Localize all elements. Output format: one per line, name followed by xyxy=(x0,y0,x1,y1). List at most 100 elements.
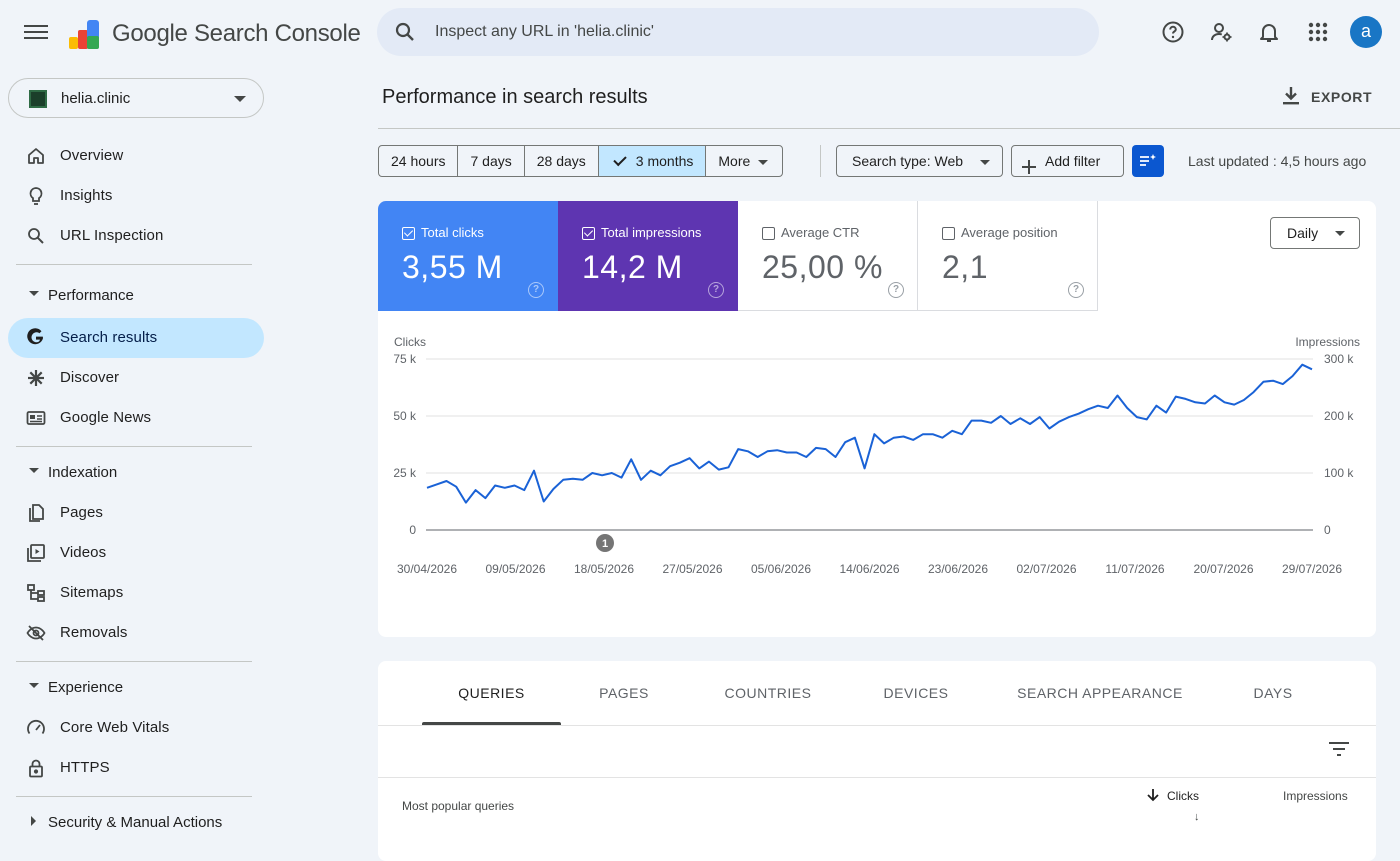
toolbar-divider xyxy=(820,145,821,177)
export-label: EXPORT xyxy=(1311,89,1373,105)
caret-right-icon xyxy=(31,816,36,826)
sort-indicator: ↓ xyxy=(1194,811,1200,823)
performance-chart-card: Total clicks 3,55 M ? Total impressions … xyxy=(378,201,1376,637)
property-name: helia.clinic xyxy=(61,90,131,107)
x-tick-label: 11/07/2026 xyxy=(1105,562,1164,576)
sidebar-item-removals[interactable]: Removals xyxy=(8,613,264,653)
sidebar-item-url-inspection[interactable]: URL Inspection xyxy=(8,216,264,256)
sidebar-item-core-web-vitals[interactable]: Core Web Vitals xyxy=(8,708,264,748)
column-header-impressions[interactable]: Impressions xyxy=(1283,789,1348,803)
sidebar-item-search-results[interactable]: Search results xyxy=(8,318,264,358)
x-tick-label: 09/05/2026 xyxy=(485,562,545,576)
granularity-dropdown[interactable]: Daily xyxy=(1270,217,1360,249)
news-icon xyxy=(26,408,46,428)
sidebar-item-overview[interactable]: Overview xyxy=(8,136,264,176)
help-icon[interactable]: ? xyxy=(528,282,544,298)
sidebar-item-insights[interactable]: Insights xyxy=(8,176,264,216)
eye-off-icon xyxy=(26,623,46,643)
search-console-logo xyxy=(68,18,102,50)
range-3-months[interactable]: 3 months xyxy=(598,146,707,176)
column-header-queries[interactable]: Most popular queries xyxy=(402,799,514,813)
app-title: Google Search Console xyxy=(112,20,361,47)
checkbox-icon[interactable] xyxy=(402,227,415,240)
sidebar-item-videos[interactable]: Videos xyxy=(8,533,264,573)
add-filter-label: Add filter xyxy=(1045,153,1101,169)
section-indexation[interactable]: Indexation xyxy=(16,457,256,489)
sidebar-item-label: Removals xyxy=(60,624,128,641)
tab-countries[interactable]: COUNTRIES xyxy=(698,661,838,725)
help-icon[interactable]: ? xyxy=(708,282,724,298)
sidebar-item-label: Overview xyxy=(60,147,124,164)
right-tick-label: 300 k xyxy=(1324,352,1354,366)
sidebar-item-pages[interactable]: Pages xyxy=(8,493,264,533)
section-experience[interactable]: Experience xyxy=(16,672,256,704)
apps-grid-icon[interactable] xyxy=(1306,20,1330,44)
video-icon xyxy=(26,543,46,563)
pages-icon xyxy=(26,503,46,523)
tab-devices[interactable]: DEVICES xyxy=(856,661,976,725)
section-label: Security & Manual Actions xyxy=(48,814,223,831)
left-tick-label: 75 k xyxy=(393,352,417,366)
range-24-hours[interactable]: 24 hours xyxy=(379,146,459,176)
section-performance[interactable]: Performance xyxy=(16,280,256,312)
search-icon xyxy=(26,226,46,246)
search-type-dropdown[interactable]: Search type: Web xyxy=(836,145,1003,177)
manage-users-icon[interactable] xyxy=(1209,20,1233,44)
column-header-clicks[interactable]: Clicks xyxy=(1167,789,1199,803)
add-filter-button[interactable]: Add filter xyxy=(1011,145,1124,177)
caret-down-icon xyxy=(29,683,39,688)
x-tick-label: 23/06/2026 xyxy=(928,562,988,576)
plus-icon xyxy=(1022,154,1036,184)
main-menu-button[interactable] xyxy=(24,22,48,42)
last-updated-text: Last updated : 4,5 hours ago xyxy=(1188,153,1367,169)
speedometer-icon xyxy=(26,718,46,738)
filter-list-icon[interactable] xyxy=(1328,741,1350,762)
metric-label: Total impressions xyxy=(601,225,702,240)
compare-button[interactable] xyxy=(1132,145,1164,177)
date-range-selector[interactable]: 24 hours 7 days 28 days 3 months More xyxy=(378,145,784,177)
performance-line-chart: Clicks Impressions 0 0 25 k 100 k 50 k 200 k 7… xyxy=(393,335,1360,576)
tab-days[interactable]: DAYS xyxy=(1228,661,1318,725)
url-inspect-input[interactable] xyxy=(435,8,1075,56)
metric-value: 2,1 xyxy=(942,249,988,285)
right-tick-label: 0 xyxy=(1324,523,1331,537)
range-28-days[interactable]: 28 days xyxy=(525,146,599,176)
tab-queries[interactable]: QUERIES xyxy=(422,661,561,725)
metric-average-ctr[interactable]: Average CTR 25,00 % ? xyxy=(738,201,918,311)
metric-total-impressions[interactable]: Total impressions 14,2 M ? xyxy=(558,201,738,311)
property-selector[interactable]: helia.clinic xyxy=(8,78,264,118)
range-more-dropdown[interactable]: More xyxy=(706,146,782,176)
metric-average-position[interactable]: Average position 2,1 ? xyxy=(918,201,1098,311)
sidebar-item-label: Videos xyxy=(60,544,107,561)
checkbox-icon[interactable] xyxy=(762,227,775,240)
notifications-icon[interactable] xyxy=(1257,20,1281,44)
sidebar-item-discover[interactable]: Discover xyxy=(8,358,264,398)
section-security[interactable]: Security & Manual Actions xyxy=(16,807,256,839)
url-inspect-search[interactable] xyxy=(377,8,1099,56)
sidebar-item-label: Search results xyxy=(60,329,158,346)
account-avatar[interactable]: a xyxy=(1350,16,1382,48)
sidebar-item-sitemaps[interactable]: Sitemaps xyxy=(8,573,264,613)
section-label: Performance xyxy=(48,287,134,304)
help-icon[interactable] xyxy=(1161,20,1185,44)
sidebar-item-google-news[interactable]: Google News xyxy=(8,398,264,438)
help-icon[interactable]: ? xyxy=(1068,282,1084,298)
left-axis-label: Clicks xyxy=(394,335,426,349)
help-icon[interactable]: ? xyxy=(888,282,904,298)
checkbox-icon[interactable] xyxy=(942,227,955,240)
sidebar-item-label: Discover xyxy=(60,369,120,386)
section-label: Indexation xyxy=(48,464,118,481)
tab-search-appearance[interactable]: SEARCH APPEARANCE xyxy=(1004,661,1196,725)
sidebar-item-label: Google News xyxy=(60,409,152,426)
x-tick-label: 18/05/2026 xyxy=(574,562,634,576)
tab-pages[interactable]: PAGES xyxy=(568,661,680,725)
sidebar-divider xyxy=(16,264,252,265)
checkbox-icon[interactable] xyxy=(582,227,595,240)
sidebar-item-https[interactable]: HTTPS xyxy=(8,748,264,788)
range-7-days[interactable]: 7 days xyxy=(458,146,525,176)
metric-total-clicks[interactable]: Total clicks 3,55 M ? xyxy=(378,201,558,311)
annotation-label: 1 xyxy=(602,538,608,550)
right-tick-label: 100 k xyxy=(1324,466,1354,480)
x-tick-label: 20/07/2026 xyxy=(1193,562,1253,576)
metric-label: Total clicks xyxy=(421,225,484,240)
